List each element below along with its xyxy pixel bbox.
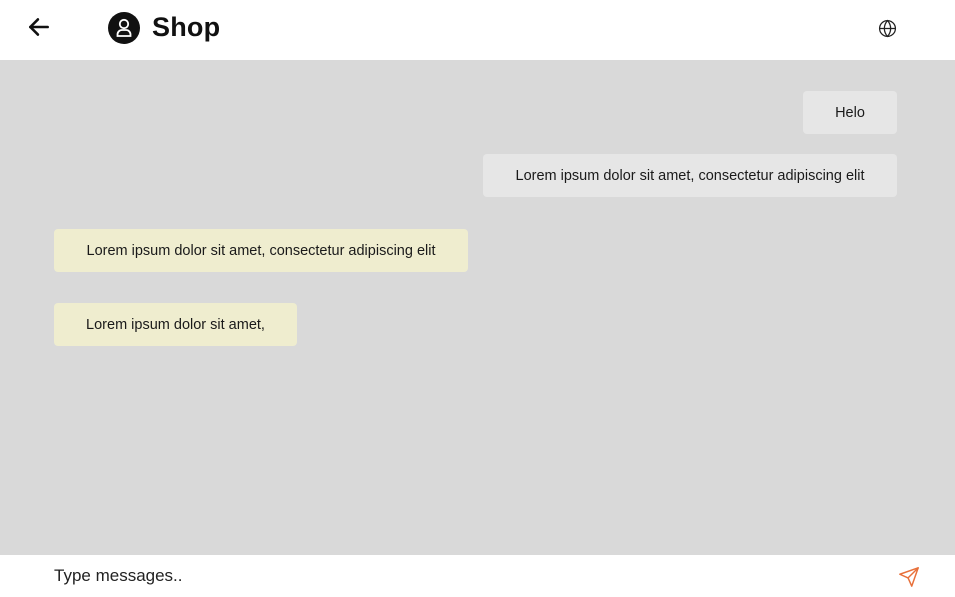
message-text: Lorem ipsum dolor sit amet, [86, 316, 265, 333]
message-text: Helo [835, 104, 865, 121]
message-list[interactable]: Helo Lorem ipsum dolor sit amet, consect… [0, 60, 955, 555]
avatar [108, 12, 140, 44]
chat-header: Shop [0, 0, 955, 60]
message-text: Lorem ipsum dolor sit amet, consectetur … [86, 242, 436, 259]
sent-message-bubble: Lorem ipsum dolor sit amet, consectetur … [483, 154, 897, 197]
back-button[interactable] [24, 12, 54, 42]
arrow-left-icon [29, 18, 49, 36]
language-button[interactable] [877, 18, 897, 38]
message-input[interactable] [54, 561, 834, 591]
send-button[interactable] [897, 565, 921, 589]
send-icon [899, 567, 919, 587]
page-title: Shop [152, 12, 221, 42]
message-composer [0, 555, 955, 597]
received-message-bubble: Lorem ipsum dolor sit amet, consectetur … [54, 229, 468, 272]
received-message-bubble: Lorem ipsum dolor sit amet, [54, 303, 297, 346]
sent-message-bubble: Helo [803, 91, 897, 134]
globe-icon [878, 19, 896, 37]
message-text: Lorem ipsum dolor sit amet, consectetur … [515, 167, 865, 184]
user-icon [116, 18, 132, 37]
